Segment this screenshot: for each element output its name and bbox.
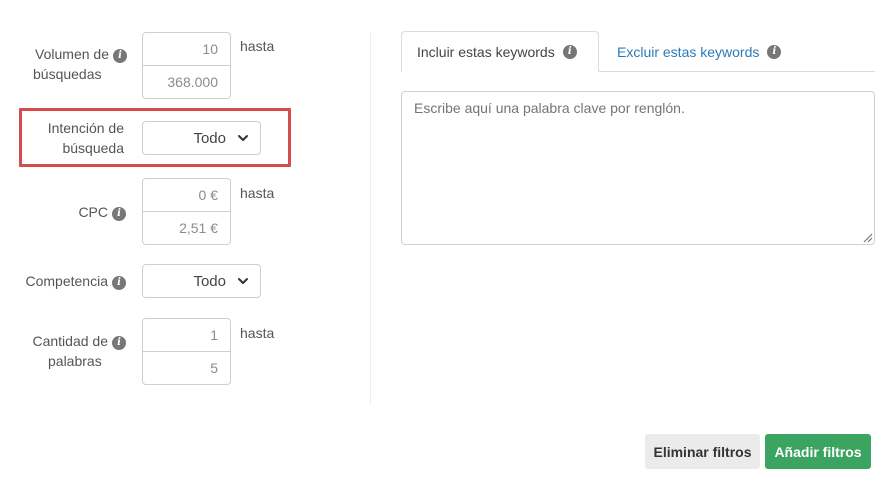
word-count-min-input[interactable]	[142, 318, 231, 352]
exclude-info-icon[interactable]: i	[767, 44, 782, 59]
competition-label: Competencia i	[10, 271, 126, 291]
add-filters-button[interactable]: Añadir filtros	[765, 434, 871, 469]
volume-min-input[interactable]	[142, 32, 231, 66]
resize-grip-icon[interactable]	[861, 231, 873, 243]
word-count-label-line1: Cantidad de	[32, 333, 108, 349]
include-info-icon[interactable]: i	[562, 44, 577, 59]
competition-info-icon[interactable]: i	[112, 276, 126, 290]
word-count-max-input[interactable]	[142, 351, 231, 385]
intent-label-line1: Intención de	[47, 120, 124, 136]
volume-max-input[interactable]	[142, 65, 231, 99]
tab-include-keywords[interactable]: Incluir estas keywords i	[401, 31, 599, 72]
tab-include-label: Incluir estas keywords	[417, 43, 555, 60]
volume-range-word: hasta	[240, 38, 275, 54]
volume-info-icon[interactable]: i	[113, 49, 127, 63]
cpc-min-input[interactable]	[142, 178, 231, 212]
keywords-textarea[interactable]	[401, 91, 875, 245]
word-count-range-word: hasta	[240, 325, 275, 341]
column-divider	[370, 33, 371, 405]
intent-select[interactable]: Todo	[142, 121, 261, 155]
tab-exclude-keywords[interactable]: Excluir estas keywords i	[602, 31, 796, 72]
volume-label-line1: Volumen de	[35, 46, 109, 62]
word-count-label-line2: palabras	[48, 353, 102, 369]
competition-label-text: Competencia	[25, 273, 109, 289]
volume-label: Volumen de i búsquedas	[27, 44, 127, 84]
chevron-down-icon	[238, 135, 248, 141]
tab-exclude-label: Excluir estas keywords	[617, 43, 760, 60]
volume-label-line2: búsquedas	[33, 66, 102, 82]
cpc-label-text: CPC	[78, 204, 108, 220]
competition-selected-value: Todo	[193, 272, 226, 290]
intent-selected-value: Todo	[193, 129, 226, 147]
cpc-range-word: hasta	[240, 185, 275, 201]
word-count-info-icon[interactable]: i	[112, 336, 126, 350]
chevron-down-icon	[238, 278, 248, 284]
word-count-label: Cantidad de i palabras	[24, 331, 126, 371]
cpc-info-icon[interactable]: i	[112, 207, 126, 221]
intent-label-line2: búsqueda	[62, 140, 124, 156]
clear-filters-button[interactable]: Eliminar filtros	[645, 434, 760, 469]
intent-label: Intención de búsqueda	[26, 118, 124, 158]
cpc-max-input[interactable]	[142, 211, 231, 245]
cpc-label: CPC i	[60, 202, 126, 222]
competition-select[interactable]: Todo	[142, 264, 261, 298]
